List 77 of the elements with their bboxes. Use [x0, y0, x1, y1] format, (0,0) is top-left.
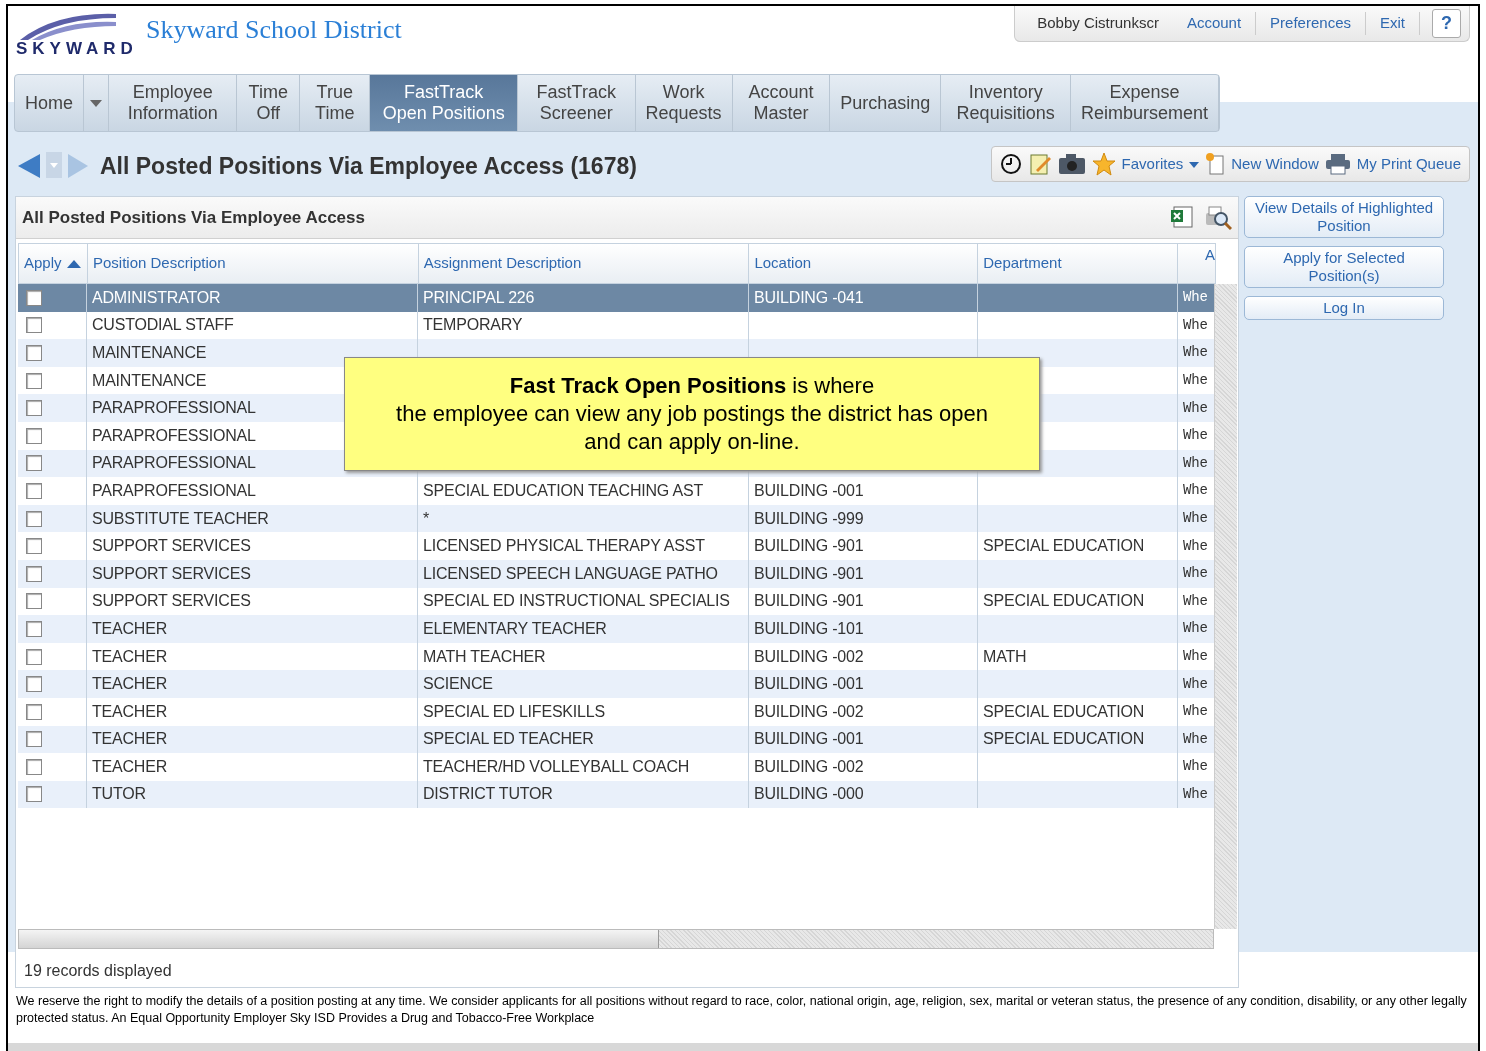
record-count: 19 records displayed	[24, 961, 172, 981]
table-cell-text: ELEMENTARY TEACHER	[423, 618, 607, 639]
table-cell-text: MAINTENANCE	[92, 343, 207, 363]
disclaimer-text: We reserve the right to modify the details of a position posting at any time. We consider applicants for all positions without regard to race, color, national origin, age, religion, sex, marital or veteran status, the presence of any condition, disability, or any other legally protected status. An Equal Opportunity Employer Sky ISD Provides a Drug and Tobacco-Free Workplace	[16, 993, 1468, 1027]
table-cell-text: PARAPROFESSIONAL	[92, 425, 256, 446]
table-cell-text: BUILDING -901	[754, 591, 864, 612]
table-cell-text: BUILDING -002	[754, 646, 864, 667]
district-name: Skyward School District	[146, 14, 402, 46]
table-cell-text: Whe	[1183, 288, 1208, 308]
table-cell-text: Whe	[1183, 343, 1208, 363]
table-cell-text: SPECIAL EDUCATION	[983, 701, 1145, 722]
table-cell-text: BUILDING -901	[754, 536, 864, 557]
user-name: Bobby Cistrunkscr	[1036, 13, 1160, 34]
table-cell-text: SPECIAL ED LIFESKILLS	[423, 701, 605, 722]
table-cell-text: BUILDING -999	[754, 508, 864, 529]
table-cell-text: Whe	[1183, 729, 1208, 749]
table-cell-text: SUPPORT SERVICES	[92, 591, 251, 612]
table-cell-text: TEACHER	[92, 701, 168, 722]
page-title: All Posted Positions Via Employee Access (1678)	[100, 151, 637, 181]
table-cell-text: TEACHER/HD VOLLEYBALL COACH	[423, 756, 690, 777]
table-cell-text: MATH TEACHER	[423, 646, 546, 667]
table-cell-text: Whe	[1183, 619, 1208, 639]
table-cell-text: Whe	[1183, 509, 1208, 529]
table-cell-text: ADMINISTRATOR	[92, 287, 221, 308]
table-cell-text: TEMPORARY	[423, 315, 523, 336]
table-cell-text: TUTOR	[92, 784, 146, 805]
table-cell-text: BUILDING -101	[754, 618, 864, 639]
table-cell-text: SUBSTITUTE TEACHER	[92, 508, 269, 529]
table-cell-text: Whe	[1183, 564, 1208, 584]
table-cell-text: BUILDING -001	[754, 480, 864, 501]
table-cell-text: TEACHER	[92, 729, 168, 750]
table-cell-text: TEACHER	[92, 674, 168, 695]
table-cell-text: Whe	[1183, 453, 1208, 473]
table-cell-text: Whe	[1183, 785, 1208, 804]
table-cell-text: *	[423, 508, 430, 529]
table-cell-text: PARAPROFESSIONAL	[92, 480, 256, 501]
table-cell-text: MATH	[983, 646, 1027, 667]
table-cell-text: Whe	[1183, 702, 1208, 722]
table-cell-text: Whe	[1183, 674, 1208, 694]
table-cell-text: Whe	[1183, 536, 1208, 556]
table-cell-text: TEACHER	[92, 646, 168, 667]
table-cell-text: Whe	[1183, 481, 1208, 501]
table-cell-text: BUILDING -002	[754, 756, 864, 777]
table-cell-text: SPECIAL EDUCATION	[983, 536, 1145, 557]
grid-title: All Posted Positions Via Employee Access	[22, 206, 365, 229]
callout-tooltip: Fast Track Open Positions is where the employee can view any job postings the district has open and can apply on-line.	[344, 357, 1040, 471]
table-cell-text: BUILDING -001	[754, 729, 864, 750]
table-cell-text: Whe	[1183, 591, 1208, 611]
table-cell-text: SPECIAL EDUCATION TEACHING AST	[423, 480, 703, 501]
table-cell-text: SPECIAL ED INSTRUCTIONAL SPECIALIS	[423, 591, 730, 612]
table-cell-text: SCIENCE	[423, 674, 493, 695]
table-cell-text: DISTRICT TUTOR	[423, 784, 553, 805]
table-cell-text: MAINTENANCE	[92, 370, 207, 391]
table-cell-text: Whe	[1183, 757, 1208, 777]
table-cell-text: BUILDING -001	[754, 674, 864, 695]
table-cell-text: LICENSED SPEECH LANGUAGE PATHO	[423, 563, 718, 584]
table-cell-text: TEACHER	[92, 618, 168, 639]
table-cell-text: LICENSED PHYSICAL THERAPY ASST	[423, 536, 705, 557]
table-cell-text: SUPPORT SERVICES	[92, 536, 251, 557]
table-cell-text: Whe	[1183, 315, 1208, 335]
table-cell-text: BUILDING -002	[754, 701, 864, 722]
table-cell-text: Whe	[1183, 426, 1208, 446]
table-cell-text: PRINCIPAL 226	[423, 287, 535, 308]
table-cell-text: BUILDING -000	[754, 784, 864, 805]
table-cell-text: PARAPROFESSIONAL	[92, 453, 256, 474]
table-cell-text: TEACHER	[92, 756, 168, 777]
table-cell-text: Whe	[1183, 371, 1208, 391]
table-cell-text: BUILDING -901	[754, 563, 864, 584]
table-cell-text: BUILDING -041	[754, 287, 864, 308]
table-cell-text: Whe	[1183, 398, 1208, 418]
table-cell-text: SPECIAL EDUCATION	[983, 729, 1145, 750]
table-cell-text: Whe	[1183, 647, 1208, 666]
table-cell-text: PARAPROFESSIONAL	[92, 398, 256, 419]
table-cell-text: CUSTODIAL STAFF	[92, 315, 234, 336]
table-cell-text: SPECIAL ED TEACHER	[423, 729, 594, 750]
table-cell-text: SUPPORT SERVICES	[92, 563, 251, 584]
table-cell-text: SPECIAL EDUCATION	[983, 591, 1145, 612]
